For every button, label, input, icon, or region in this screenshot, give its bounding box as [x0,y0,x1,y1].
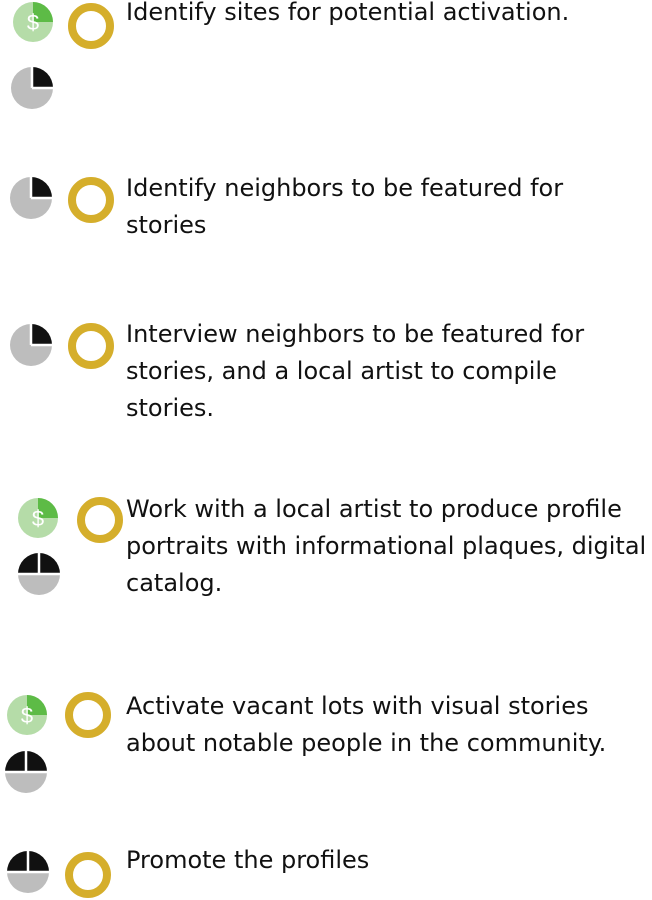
svg-text:$: $ [27,10,39,35]
open-circle-icon [77,497,123,543]
step-item: Interview neighbors to be featured for s… [0,305,652,435]
step-item: $ Work with a local artist to produce pr… [0,485,652,615]
step-text: Work with a local artist to produce prof… [126,495,647,597]
half-clock-pie-icon [5,751,47,793]
open-circle-icon [68,177,114,223]
open-circle-icon [65,852,111,898]
step-item: Identify neighbors to be featured for st… [0,160,652,260]
dollar-pie-icon: $ [18,498,58,538]
dollar-pie-icon: $ [7,695,47,735]
step-item: $ Identify sites for potential activatio… [0,0,652,140]
svg-text:$: $ [32,506,44,531]
open-circle-icon [68,3,114,49]
step-text: Identify sites for potential activation. [126,0,570,26]
dollar-pie-icon: $ [13,2,53,42]
step-item: Promote the profiles [0,830,652,900]
quarter-clock-pie-icon [10,177,52,219]
quarter-clock-pie-icon [10,324,52,366]
open-circle-icon [65,692,111,738]
step-item: $ Activate vacant lots with visual stori… [0,660,652,800]
step-text: Activate vacant lots with visual stories… [126,692,607,757]
step-text: Promote the profiles [126,846,370,874]
step-text: Interview neighbors to be featured for s… [126,320,585,422]
step-text: Identify neighbors to be featured for st… [126,174,564,239]
quarter-clock-pie-icon [11,67,53,109]
svg-text:$: $ [21,703,33,728]
open-circle-icon [68,323,114,369]
half-clock-pie-icon [18,553,60,595]
half-clock-pie-icon [7,851,49,893]
